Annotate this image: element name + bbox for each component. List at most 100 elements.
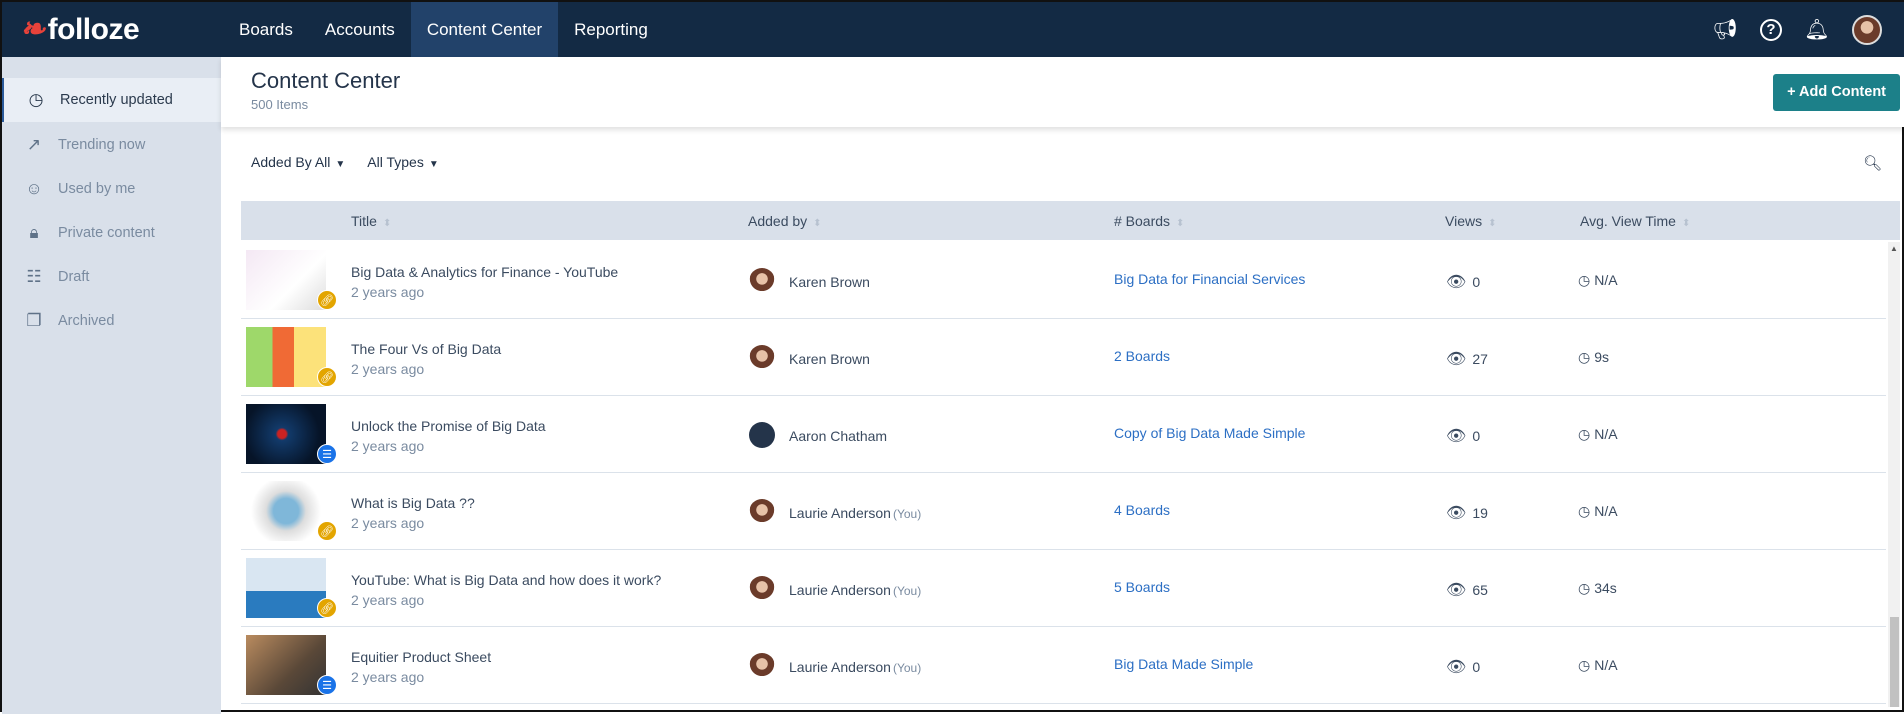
link-icon: 🔗︎ [317,598,337,618]
scroll-up-icon[interactable]: ▲ [1890,244,1898,253]
content-title[interactable]: Big Data & Analytics for Finance - YouTu… [351,264,618,280]
types-label: All Types [367,154,424,170]
you-tag: (You) [892,661,922,675]
megaphone-icon[interactable]: 📢︎ [1712,17,1738,42]
brand-name: folloze [47,12,140,46]
clock-icon: ◷ [1578,349,1591,365]
table-row[interactable]: ☰ Equitier Product Sheet 2 years ago Lau… [241,627,1886,704]
boards-link[interactable]: 4 Boards [1114,502,1170,518]
trending-icon: ↗ [26,135,42,154]
clock-icon: ◷ [1578,426,1591,442]
nav-reporting[interactable]: Reporting [558,2,664,57]
table-row[interactable]: 🔗︎ The Four Vs of Big Data 2 years ago K… [241,319,1886,396]
sidebar-label: Trending now [58,137,146,153]
added-by-name: Laurie Anderson (You) [789,505,921,521]
lock-icon: 🔒︎ [29,223,39,242]
content-thumbnail[interactable] [246,635,326,695]
added-by-name: Laurie Anderson (You) [789,659,921,675]
content-thumbnail[interactable] [246,327,326,387]
views-value: 0 [1472,659,1481,675]
avg-view-time: ◷ N/A [1578,272,1618,289]
added-by-name: Aaron Chatham [789,428,889,444]
column-label: Title [351,213,377,229]
add-content-button[interactable]: + Add Content [1773,74,1900,111]
caret-down-icon: ▼ [335,159,346,170]
scrollbar-thumb[interactable] [1890,617,1899,707]
views-count: 👁︎ 27 [1446,349,1488,369]
content-thumbnail[interactable] [246,250,326,310]
time-value: 34s [1594,580,1617,596]
content-thumbnail[interactable] [246,404,326,464]
boards-link[interactable]: 5 Boards [1114,579,1170,595]
views-count: 👁︎ 65 [1446,580,1488,600]
views-value: 19 [1472,505,1488,521]
avatar [749,268,775,294]
sidebar-label: Used by me [58,181,136,197]
document-icon: ☰ [317,675,337,695]
scrollbar[interactable]: ▲ [1888,242,1900,707]
search-icon[interactable]: 🔍︎ [1863,154,1882,172]
column-avg-view-time[interactable]: Avg. View Time ⬍ [1580,213,1690,229]
nav-boards[interactable]: Boards [223,2,309,57]
column-boards[interactable]: # Boards ⬍ [1114,213,1184,229]
table-row[interactable]: 🔗︎ What is Big Data ?? 2 years ago Lauri… [241,473,1886,550]
content-title[interactable]: Unlock the Promise of Big Data [351,418,546,434]
sidebar-label: Recently updated [60,92,173,108]
sidebar-item-archived[interactable]: ❐ Archived [2,299,221,343]
sort-icon: ⬍ [382,218,392,229]
types-filter[interactable]: All Types ▼ [367,154,438,170]
added-by-name: Karen Brown [789,351,872,367]
user-name: Laurie Anderson [789,582,891,598]
folloze-logo[interactable]: ❧ folloze [20,12,140,47]
content-title[interactable]: The Four Vs of Big Data [351,341,501,357]
content-title[interactable]: Equitier Product Sheet [351,649,491,665]
eye-icon: 👁︎ [1446,274,1467,291]
page-title: Content Center [251,68,401,93]
document-icon: ☰ [317,444,337,464]
added-by-filter[interactable]: Added By All ▼ [251,154,345,170]
content-title[interactable]: What is Big Data ?? [351,495,475,511]
you-tag: (You) [892,507,922,521]
boards-link[interactable]: 2 Boards [1114,348,1170,364]
sidebar-item-recently-updated[interactable]: ◷ Recently updated [2,78,221,122]
avg-view-time: ◷ 9s [1578,349,1609,366]
content-title[interactable]: YouTube: What is Big Data and how does i… [351,572,661,588]
nav-accounts[interactable]: Accounts [309,2,411,57]
boards-link[interactable]: Big Data for Financial Services [1114,271,1305,287]
sort-icon: ⬍ [813,218,822,229]
user-avatar[interactable] [1852,14,1882,45]
help-icon[interactable]: ? [1760,18,1782,41]
views-value: 65 [1472,582,1488,598]
avg-view-time: ◷ N/A [1578,657,1618,674]
table-row[interactable]: ☰ Unlock the Promise of Big Data 2 years… [241,396,1886,473]
time-value: N/A [1594,426,1618,442]
column-added-by[interactable]: Added by ⬍ [748,213,822,229]
sidebar-label: Private content [58,225,155,241]
views-count: 👁︎ 0 [1446,426,1480,446]
column-views[interactable]: Views ⬍ [1445,213,1496,229]
sort-icon: ⬍ [1681,218,1691,229]
content-thumbnail[interactable] [246,558,326,618]
table-row[interactable]: 🔗︎ Big Data & Analytics for Finance - Yo… [241,242,1886,319]
item-count: 500 Items [251,97,309,112]
content-thumbnail[interactable] [246,481,326,541]
column-title[interactable]: Title ⬍ [351,213,391,229]
sidebar-item-private-content[interactable]: 🔒︎ Private content [2,211,221,255]
sidebar-item-used-by-me[interactable]: ☺ Used by me [2,167,221,211]
boards-link[interactable]: Big Data Made Simple [1114,656,1253,672]
bell-icon[interactable]: 🔔︎ [1804,17,1830,42]
user-icon: ☺ [25,179,43,198]
link-icon: 🔗︎ [317,521,337,541]
user-name: Laurie Anderson [789,659,891,675]
table-row[interactable]: 🔗︎ YouTube: What is Big Data and how doe… [241,550,1886,627]
user-name: Laurie Anderson [789,505,891,521]
content-date: 2 years ago [351,284,425,300]
eye-icon: 👁︎ [1446,582,1467,599]
sidebar-label: Draft [58,269,90,285]
nav-content-center[interactable]: Content Center [410,2,559,57]
boards-link[interactable]: Copy of Big Data Made Simple [1114,425,1305,441]
sidebar-item-draft[interactable]: ☷ Draft [2,255,221,299]
clock-icon: ◷ [28,90,44,109]
page-header: Content Center 500 Items + Add Content [221,57,1904,127]
sidebar-item-trending-now[interactable]: ↗ Trending now [2,123,221,167]
